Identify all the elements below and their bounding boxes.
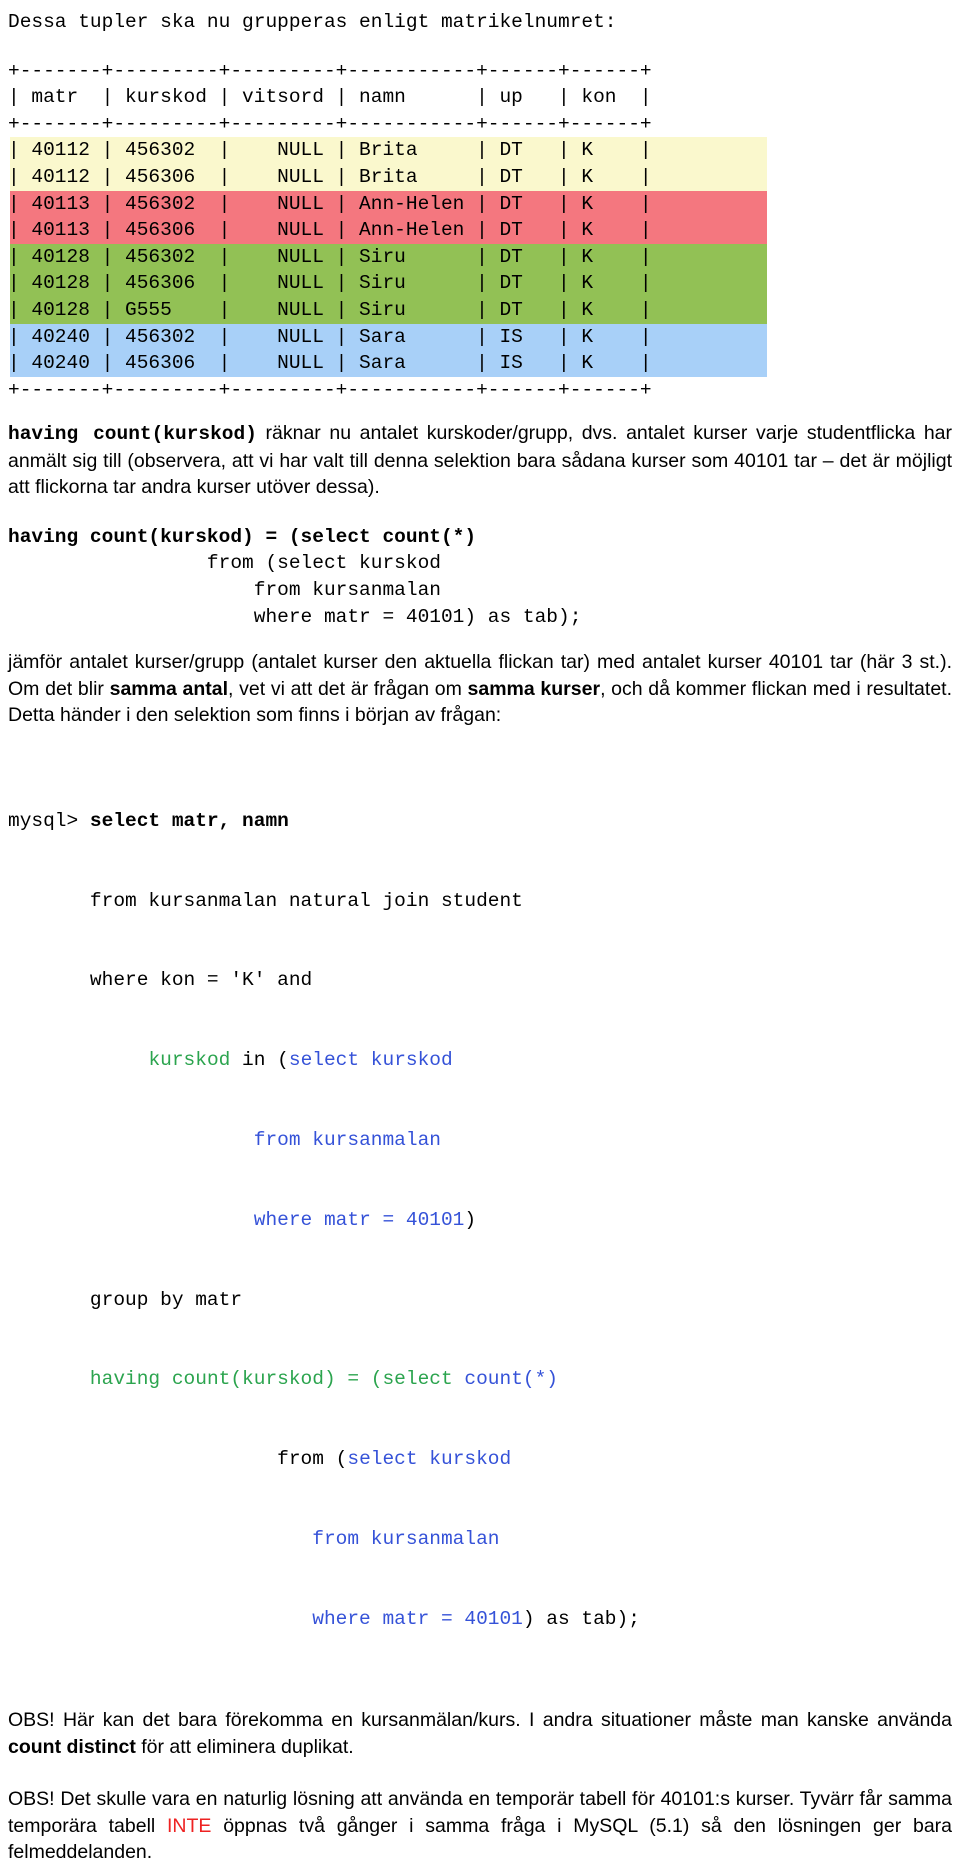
table-header-border: +-------+---------+---------+-----------… (8, 112, 652, 135)
sql-indent (8, 1608, 312, 1630)
code-line: from (select kurskod (8, 552, 441, 575)
sql-line: group by matr (8, 1287, 960, 1314)
sql-having-green: having count(kurskod) = (select (89, 1368, 465, 1391)
obs2-emphasis-inte: INTE (167, 1814, 212, 1837)
sql-line: having count(kurskod) = (select count(*) (8, 1366, 960, 1393)
sql-subselect-blue: select kurskod (288, 1049, 453, 1072)
sql-indent (8, 1528, 312, 1550)
sql-inner-select-blue: select kurskod (347, 1448, 512, 1471)
sql-close-paren: ) (464, 1208, 477, 1231)
sql-in-operator: in ( (230, 1049, 289, 1072)
sql-indent (8, 1448, 277, 1470)
sql-kurskod-green: kurskod (148, 1049, 231, 1072)
sql-line: from kursanmalan (8, 1526, 960, 1553)
jamfor-bold-1: samma antal (109, 677, 229, 700)
paragraph-obs-2: OBS! Det skulle vara en naturlig lösning… (8, 1786, 952, 1866)
table-row: | 40240 | 456302 | NULL | Sara | IS | K … (8, 325, 652, 348)
inline-code-having: having count(kurskod) (8, 423, 257, 446)
sql-as-tab: ) as tab); (522, 1607, 640, 1630)
sql-query-block: mysql> select matr, namn from kursanmala… (8, 755, 960, 1686)
sql-count-star-blue: count(*) (464, 1368, 559, 1391)
table-bottom-border: +-------+---------+---------+-----------… (8, 378, 652, 401)
mysql-prompt: mysql> (8, 809, 90, 832)
sql-select-clause: select matr, namn (89, 809, 289, 832)
jamfor-text-2: , vet vi att det är frågan om (228, 677, 468, 700)
obs1-text-1: OBS! Här kan det bara förekomma en kursa… (8, 1709, 952, 1732)
paragraph-obs-1: OBS! Här kan det bara förekomma en kursa… (8, 1707, 952, 1760)
sql-line: from kursanmalan natural join student (8, 888, 960, 915)
table-row: | 40128 | G555 | NULL | Siru | DT | K | (8, 298, 652, 321)
intro-heading: Dessa tupler ska nu grupperas enligt mat… (8, 11, 617, 33)
sql-subselect-where: where matr = 40101 (253, 1208, 465, 1231)
code-line: where matr = 40101) as tab); (8, 605, 582, 628)
sql-line: where matr = 40101) (8, 1207, 960, 1234)
sql-line: kurskod in (select kurskod (8, 1047, 960, 1074)
code-block-having: having count(kurskod) = (select count(*)… (8, 524, 960, 630)
code-line: from kursanmalan (8, 579, 441, 601)
sql-indent (8, 1049, 148, 1071)
sql-indent (8, 1129, 254, 1151)
sql-line: where kon = 'K' and (8, 967, 960, 994)
obs1-text-2: för att eliminera duplikat. (135, 1735, 354, 1758)
sql-line: from (select kurskod (8, 1446, 960, 1473)
table-row: | 40128 | 456306 | NULL | Siru | DT | K … (8, 272, 652, 295)
sql-line: where matr = 40101) as tab); (8, 1606, 960, 1633)
table-row: | 40113 | 456302 | NULL | Ann-Helen | DT… (8, 192, 652, 215)
table-row: | 40113 | 456306 | NULL | Ann-Helen | DT… (8, 219, 652, 242)
paragraph-having-explanation: having count(kurskod) räknar nu antalet … (8, 420, 952, 501)
paragraph-jamfor: jämför antalet kurser/grupp (antalet kur… (8, 649, 952, 729)
table-row: | 40240 | 456306 | NULL | Sara | IS | K … (8, 352, 652, 375)
sql-inner-from-blue: from kursanmalan (312, 1527, 500, 1550)
sql-indent (8, 1209, 254, 1231)
table-header-row: | matr | kurskod | vitsord | namn | up |… (8, 86, 652, 109)
sql-indent (8, 1368, 90, 1390)
document-page: Dessa tupler ska nu grupperas enligt mat… (0, 9, 960, 1866)
sql-where-clause: where kon = 'K' and (8, 969, 313, 992)
obs1-bold-count-distinct: count distinct (8, 1735, 136, 1758)
jamfor-bold-2: samma kurser (467, 677, 601, 700)
sql-inner-where-blue: where matr = 40101 (312, 1607, 523, 1630)
table-row: | 40128 | 456302 | NULL | Siru | DT | K … (8, 245, 652, 268)
table-row: | 40112 | 456302 | NULL | Brita | DT | K… (8, 139, 652, 162)
sql-from-clause: from kursanmalan natural join student (8, 889, 523, 912)
code-line: having count(kurskod) = (select count(*) (8, 525, 477, 548)
table-top-border: +-------+---------+---------+-----------… (8, 59, 652, 82)
sql-subselect-from: from kursanmalan (253, 1129, 441, 1151)
table-row: | 40112 | 456306 | NULL | Brita | DT | K… (8, 165, 652, 188)
sql-line: mysql> select matr, namn (8, 808, 960, 835)
result-table: +-------+---------+---------+-----------… (8, 58, 778, 404)
sql-group-by: group by matr (8, 1288, 243, 1311)
sql-line: from kursanmalan (8, 1127, 960, 1154)
sql-from-paren: from ( (277, 1448, 348, 1471)
